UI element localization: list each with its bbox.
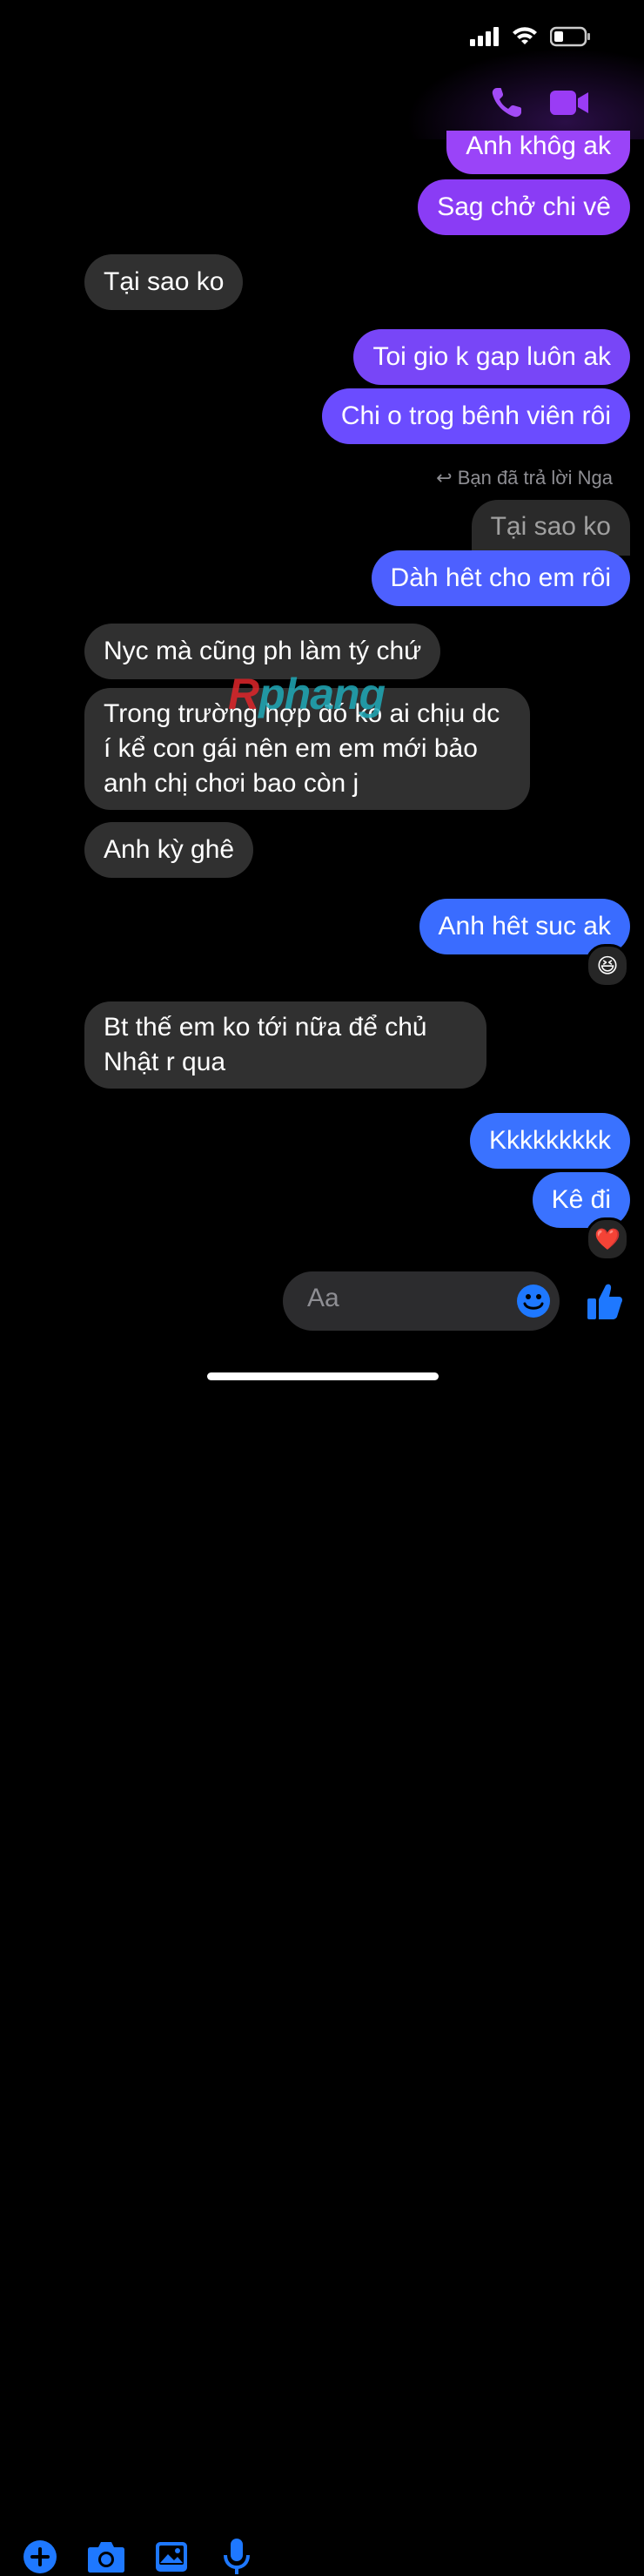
incoming-message[interactable]: Anh kỳ ghê [84, 822, 254, 878]
outgoing-message[interactable]: Sag chở chi vê [418, 179, 630, 235]
photo-gallery-icon[interactable] [155, 2541, 188, 2573]
incoming-message[interactable]: Tại sao ko [84, 254, 244, 310]
incoming-message[interactable]: Bt thế em ko tới nữa để chủ Nhật r qua [84, 1001, 486, 1089]
outgoing-message[interactable]: Anh khôg ak [446, 131, 630, 174]
plus-circle-icon[interactable] [23, 2539, 57, 2574]
reply-indicator: ↩ Bạn đã trả lời Nga [436, 467, 613, 489]
camera-icon[interactable] [87, 2540, 125, 2573]
message-input-placeholder: Aa [307, 1284, 339, 1312]
reply-label-text: Bạn đã trả lời Nga [457, 467, 613, 489]
emoji-icon[interactable] [516, 1284, 551, 1318]
home-indicator[interactable] [207, 1372, 439, 1380]
watermark-rest: phang [258, 670, 386, 718]
watermark-logo: Rphang [228, 669, 386, 719]
watermark-first: R [228, 670, 259, 718]
outgoing-message[interactable]: Toi gio k gap luôn ak [353, 329, 630, 385]
thumbs-up-icon[interactable] [587, 1282, 623, 1320]
quoted-message[interactable]: Tại sao ko [471, 500, 630, 556]
microphone-icon[interactable] [223, 2538, 251, 2576]
outgoing-message[interactable]: Dàh hêt cho em rôi [371, 550, 630, 606]
outgoing-message[interactable]: Chi o trog bênh viên rôi [321, 388, 630, 444]
message-input[interactable]: Aa [283, 1271, 560, 1331]
outgoing-message[interactable]: Kkkkkkkkk [469, 1113, 630, 1169]
message-list: Anh khôg ak Sag chở chi vê Tại sao ko To… [0, 0, 644, 1261]
reaction-laughing-emoji[interactable]: 😆 [586, 944, 629, 988]
reply-arrow-icon: ↩ [436, 467, 458, 489]
